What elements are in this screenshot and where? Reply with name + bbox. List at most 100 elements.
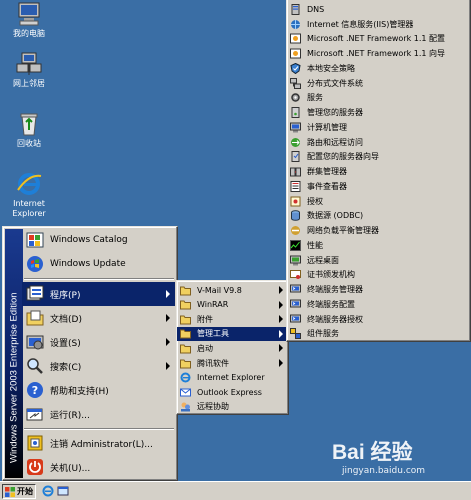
- menu-item-label: 分布式文件系统: [307, 78, 363, 88]
- start-menu: Windows Server 2003 Enterprise Edition W…: [2, 226, 178, 481]
- menu-item-label: 计算机管理: [307, 122, 347, 132]
- admin-tools-item-terminal-services-19[interactable]: 终端服务管理器: [287, 282, 470, 297]
- menu-item-label: Microsoft .NET Framework 1.1 向导: [307, 49, 446, 59]
- admin-tools-item-manage-server-7[interactable]: 管理您的服务器: [287, 105, 470, 120]
- settings-icon: [26, 335, 44, 350]
- menu-item-label: Windows Catalog: [50, 235, 128, 245]
- programs-item-folder-0[interactable]: V-Mail V9.8: [177, 283, 288, 297]
- menu-item-settings[interactable]: 设置(S): [22, 330, 175, 354]
- programs-item-folder-3[interactable]: 管理工具: [177, 326, 288, 341]
- menu-item-label: 本地安全策略: [307, 63, 355, 73]
- routing-icon: [291, 137, 300, 147]
- admin-tools-item-cluster-11[interactable]: 群集管理器: [287, 164, 470, 179]
- programs-item-remote-assistance-8[interactable]: 远程协助: [177, 400, 288, 414]
- menu-item-search[interactable]: 搜索(C): [22, 354, 175, 378]
- menu-item-label: 远程协助: [197, 402, 229, 412]
- menu-item-label: 终端服务管理器: [307, 285, 363, 295]
- programs-item-internet-explorer-6[interactable]: Internet Explorer: [177, 371, 288, 385]
- internet-explorer-icon: [17, 173, 42, 195]
- start-button-label: 开始: [17, 487, 33, 496]
- folder-icon: [180, 329, 191, 339]
- admin-tools-item-security-policy-4[interactable]: 本地安全策略: [287, 61, 470, 76]
- programs-icon: [26, 285, 44, 301]
- admin-tools-item-performance-16[interactable]: 性能: [287, 238, 470, 253]
- admin-tools-item-dfs-5[interactable]: 分布式文件系统: [287, 76, 470, 91]
- menu-item-label: 管理您的服务器: [307, 108, 363, 118]
- admin-tools-item-services-6[interactable]: 服务: [287, 91, 470, 106]
- submenu-arrow-icon: [166, 338, 170, 346]
- menu-item-windows-catalog[interactable]: Windows Catalog: [22, 228, 175, 252]
- submenu-arrow-icon: [166, 362, 170, 370]
- admin-tools-item-dotnet-3[interactable]: Microsoft .NET Framework 1.1 向导: [287, 46, 470, 61]
- menu-item-programs[interactable]: 程序(P): [22, 282, 175, 306]
- menu-item-label: 路由和远程访问: [307, 137, 363, 147]
- programs-item-folder-1[interactable]: WinRAR: [177, 298, 288, 312]
- desktop-icon-my-computer[interactable]: 我的电脑: [4, 2, 54, 39]
- windows-logo-icon: [5, 486, 15, 497]
- submenu-arrow-icon: [279, 300, 283, 309]
- menu-item-label: 注销 Administrator(L)...: [50, 439, 153, 450]
- event-viewer-icon: [290, 180, 301, 192]
- admin-tools-item-routing-9[interactable]: 路由和远程访问: [287, 135, 470, 150]
- admin-tools-item-nlb-15[interactable]: 网络负载平衡管理器: [287, 223, 470, 238]
- menu-item-label: 群集管理器: [307, 167, 347, 177]
- menu-item-label: 文档(D): [50, 314, 82, 325]
- start-button[interactable]: 开始: [2, 484, 36, 499]
- menu-item-label: 组件服务: [307, 329, 339, 339]
- run-icon: [26, 408, 43, 421]
- menu-item-label: 事件查看器: [307, 181, 347, 191]
- menu-item-label: 授权: [307, 196, 323, 206]
- admin-tools-item-terminal-services-21[interactable]: 终端服务器授权: [287, 312, 470, 327]
- desktop-quicklaunch-icon[interactable]: [57, 485, 69, 497]
- desktop-icon-recycle-bin[interactable]: 回收站: [4, 112, 54, 149]
- terminal-services-icon: [290, 299, 301, 308]
- menu-item-label: 管理工具: [197, 329, 229, 339]
- submenu-arrow-icon: [279, 359, 283, 367]
- menu-item-label: 配置您的服务器向导: [307, 152, 379, 162]
- menu-item-run[interactable]: 运行(R)...: [22, 402, 175, 426]
- search-icon: [27, 358, 43, 374]
- programs-item-outlook-express-7[interactable]: Outlook Express: [177, 385, 288, 399]
- admin-tools-item-terminal-services-20[interactable]: 终端服务配置: [287, 297, 470, 312]
- menu-item-label: 网络负载平衡管理器: [307, 226, 379, 236]
- ie-quicklaunch-icon[interactable]: [42, 485, 54, 497]
- admin-tools-item-computer-management-8[interactable]: 计算机管理: [287, 120, 470, 135]
- security-policy-icon: [290, 62, 301, 74]
- admin-tools-item-event-viewer-12[interactable]: 事件查看器: [287, 179, 470, 194]
- menu-item-shutdown[interactable]: 关机(U)...: [22, 455, 175, 479]
- admin-tools-item-certificate-18[interactable]: 证书颁发机构: [287, 268, 470, 283]
- submenu-arrow-icon: [279, 329, 283, 338]
- dns-icon: [291, 3, 300, 15]
- admin-tools-item-remote-desktop-17[interactable]: 远程桌面: [287, 253, 470, 268]
- admin-tools-item-configure-server-10[interactable]: 配置您的服务器向导: [287, 150, 470, 165]
- desktop-icon-network-places[interactable]: 网上邻居: [4, 52, 54, 89]
- admin-tools-item-component-services-22[interactable]: 组件服务: [287, 327, 470, 342]
- menu-item-windows-update[interactable]: Windows Update: [22, 252, 175, 276]
- folder-icon: [180, 300, 191, 310]
- menu-item-label: 启动: [197, 343, 213, 353]
- menu-item-label: Windows Update: [50, 259, 126, 269]
- menu-item-label: 运行(R)...: [50, 410, 90, 421]
- dotnet-icon: [290, 48, 301, 59]
- admin-tools-item-dns-0[interactable]: DNS: [287, 2, 470, 17]
- programs-item-folder-2[interactable]: 附件: [177, 312, 288, 326]
- programs-item-folder-4[interactable]: 启动: [177, 341, 288, 355]
- programs-item-folder-5[interactable]: 腾讯软件: [177, 356, 288, 370]
- watermark-url: jingyan.baidu.com: [342, 466, 426, 476]
- menu-item-label: 搜索(C): [50, 362, 82, 373]
- desktop-icon-internet-explorer[interactable]: Internet Explorer: [4, 172, 54, 219]
- desktop-icon-label: Internet Explorer: [12, 199, 46, 218]
- admin-tools-item-odbc-14[interactable]: 数据源 (ODBC): [287, 209, 470, 224]
- admin-tools-item-iis-1[interactable]: Internet 信息服务(IIS)管理器: [287, 17, 470, 32]
- performance-icon: [290, 239, 301, 251]
- menu-separator: [24, 428, 174, 430]
- admin-tools-item-dotnet-2[interactable]: Microsoft .NET Framework 1.1 配置: [287, 32, 470, 47]
- admin-tools-item-licensing-13[interactable]: 授权: [287, 194, 470, 209]
- menu-item-help[interactable]: ? 帮助和支持(H): [22, 378, 175, 402]
- logoff-icon: [27, 435, 43, 451]
- computer-management-icon: [290, 122, 301, 133]
- submenu-arrow-icon: [166, 314, 170, 322]
- menu-item-logoff[interactable]: 注销 Administrator(L)...: [22, 431, 175, 455]
- licensing-icon: [290, 196, 301, 207]
- menu-item-documents[interactable]: 文档(D): [22, 306, 175, 330]
